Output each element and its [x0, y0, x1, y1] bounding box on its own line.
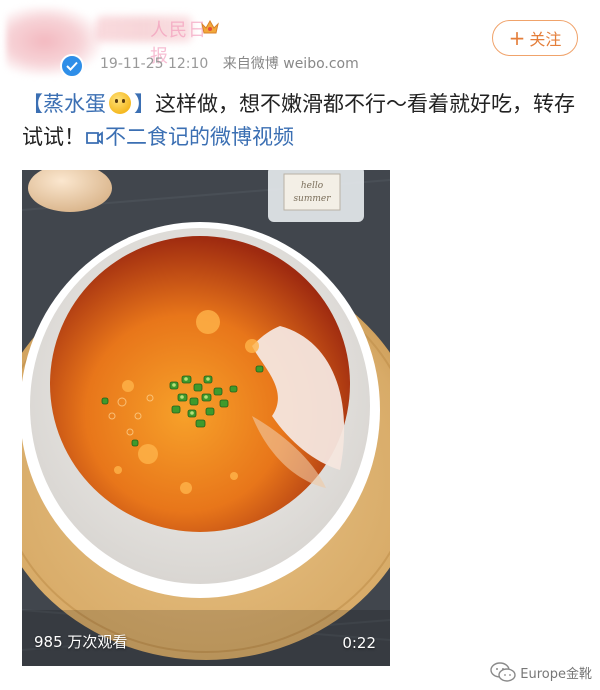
post-header: 人民日报 19-11-25 12:10 来自微博 weibo.com + 关注 [0, 0, 600, 84]
view-count: 985 万次观看 [34, 633, 128, 651]
plus-icon: + [508, 26, 526, 50]
video-duration: 0:22 [342, 634, 376, 652]
avatar[interactable] [6, 6, 102, 76]
hashtag-topic[interactable]: 【蒸水蛋 】 [22, 92, 155, 116]
jar-label-bottom: summer [293, 194, 331, 204]
wechat-icon [490, 662, 516, 682]
jar-label-top: hello [301, 181, 324, 191]
video-thumbnail: hello summer [22, 170, 390, 666]
hashtag-close: 】 [134, 92, 155, 116]
post-text: 【蒸水蛋 】这样做，想不嫩滑都不行～看着就好吃，转存试试！ 不二食记的微博视频 [22, 88, 582, 156]
username-row[interactable]: 人民日报 [96, 14, 219, 67]
smiley-emoji-icon [109, 92, 131, 114]
crown-icon [200, 18, 220, 40]
video-player[interactable]: hello summer 985 万次观看 0:22 [22, 170, 390, 666]
video-link-text: 不二食记的微博视频 [105, 125, 294, 149]
post-source[interactable]: 来自微博 weibo.com [223, 56, 359, 72]
video-link[interactable]: 不二食记的微博视频 [85, 125, 294, 149]
verified-badge-icon [60, 54, 84, 78]
follow-label: 关注 [529, 30, 562, 49]
watermark: Europe金靴 [490, 662, 592, 682]
hashtag-text: 【蒸水蛋 [22, 92, 106, 116]
follow-button[interactable]: + 关注 [492, 20, 578, 56]
post-meta: 19-11-25 12:10 来自微博 weibo.com [100, 53, 359, 73]
watermark-text: Europe金靴 [520, 666, 592, 682]
timestamp: 19-11-25 12:10 [100, 56, 209, 72]
video-link-icon [85, 123, 103, 156]
jar-image: hello summer [268, 170, 364, 222]
